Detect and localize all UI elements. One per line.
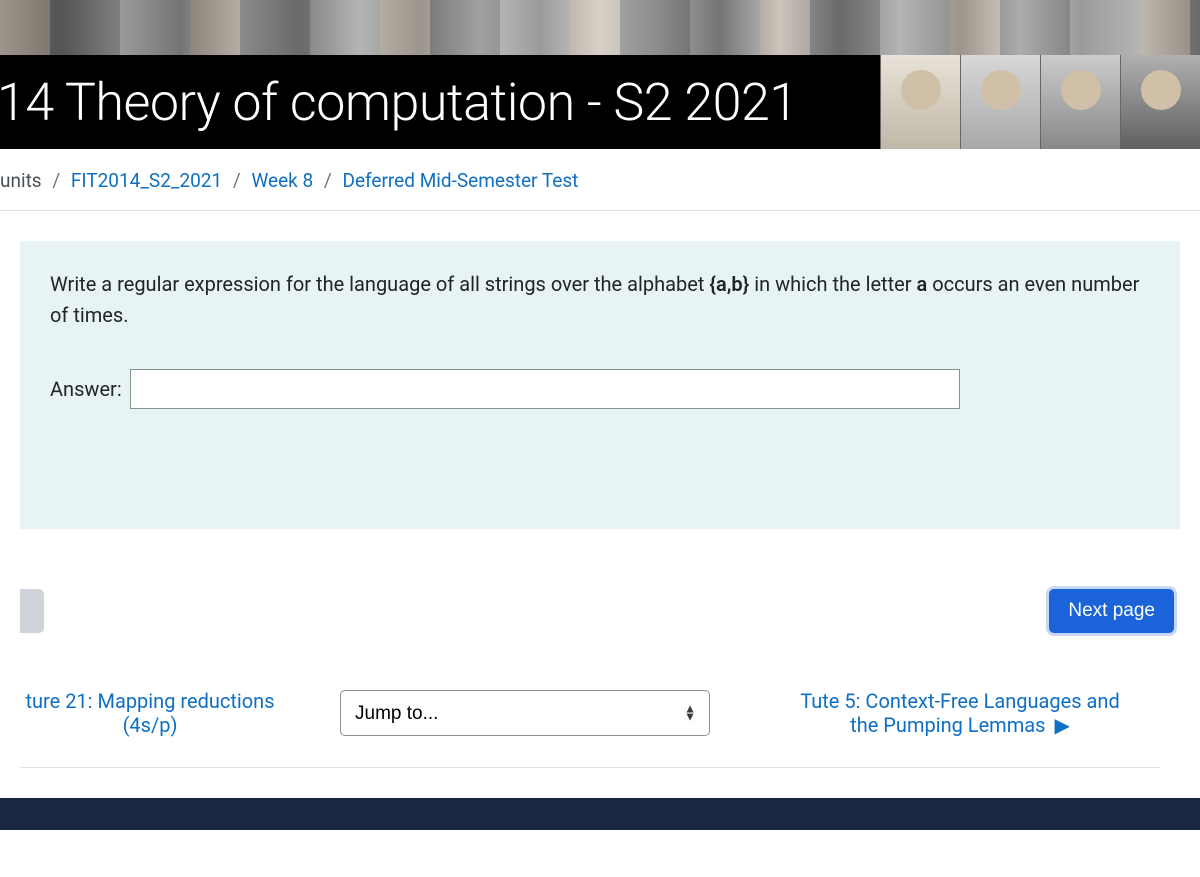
- next-activity-sublabel: the Pumping Lemmas: [850, 713, 1045, 737]
- breadcrumb-item-activity[interactable]: Deferred Mid-Semester Test: [342, 169, 578, 192]
- answer-input[interactable]: [130, 369, 960, 409]
- course-title: 14 Theory of computation - S2 2021: [0, 72, 798, 133]
- question-letter: a: [917, 272, 933, 296]
- answer-label: Answer:: [50, 377, 122, 401]
- pager: Next page: [20, 589, 1180, 633]
- question-text: Write a regular expression for the langu…: [50, 269, 1150, 331]
- course-title-bar: 14 Theory of computation - S2 2021: [0, 55, 1200, 149]
- answer-row: Answer:: [50, 369, 1150, 409]
- previous-activity-link[interactable]: ture 21: Mapping reductions (4s/p): [10, 689, 290, 737]
- breadcrumb-separator: /: [233, 169, 241, 192]
- header-collage: [0, 0, 1200, 55]
- breadcrumb: units / FIT2014_S2_2021 / Week 8 / Defer…: [0, 149, 1200, 211]
- jump-to-wrap: Jump to... ▲▼: [340, 690, 710, 736]
- portrait-image: [1040, 55, 1120, 149]
- question-text-part: in which the letter: [749, 272, 916, 296]
- footer-bar: [0, 798, 1200, 830]
- previous-activity-sublabel: (4s/p): [123, 713, 178, 737]
- jump-to-select[interactable]: Jump to...: [340, 690, 710, 736]
- next-activity-link[interactable]: Tute 5: Context-Free Languages and the P…: [760, 689, 1160, 737]
- question-text-part: Write a regular expression for the langu…: [50, 272, 709, 296]
- breadcrumb-item-units[interactable]: units: [0, 169, 42, 192]
- chevron-right-icon: ▶: [1054, 713, 1069, 737]
- portrait-image: [960, 55, 1040, 149]
- breadcrumb-separator: /: [52, 169, 60, 192]
- title-portraits: [880, 55, 1200, 149]
- portrait-image: [880, 55, 960, 149]
- portrait-image: [1120, 55, 1200, 149]
- breadcrumb-separator: /: [324, 169, 332, 192]
- next-page-button[interactable]: Next page: [1049, 589, 1174, 633]
- activity-navigation: ture 21: Mapping reductions (4s/p) Jump …: [20, 689, 1160, 768]
- next-activity-label: Tute 5: Context-Free Languages and: [800, 689, 1120, 713]
- previous-activity-label: ture 21: Mapping reductions: [25, 689, 274, 713]
- breadcrumb-item-course[interactable]: FIT2014_S2_2021: [71, 169, 222, 192]
- question-panel: Write a regular expression for the langu…: [20, 241, 1180, 529]
- prev-page-button-edge[interactable]: [20, 589, 44, 633]
- breadcrumb-item-week[interactable]: Week 8: [251, 169, 313, 192]
- question-alphabet: {a,b}: [709, 272, 749, 296]
